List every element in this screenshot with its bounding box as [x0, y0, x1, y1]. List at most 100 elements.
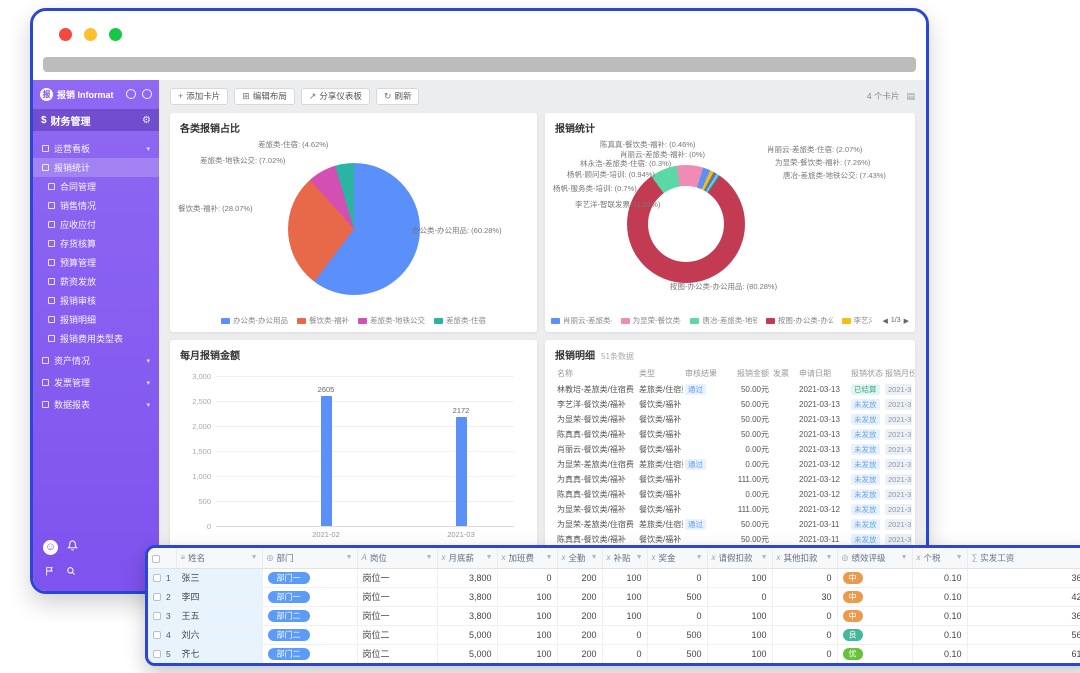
sidebar-item[interactable]: 报销统计 [33, 158, 159, 177]
sidebar-item[interactable]: 合同管理 [33, 177, 159, 196]
filter-caret-icon[interactable]: ▼ [901, 554, 908, 561]
salary-column-header[interactable]: ◎ 绩效评级 ▼ [837, 548, 913, 569]
value-cell: 0 [647, 568, 708, 588]
expense-date: 2021-03-12 [799, 460, 840, 469]
sidebar-item[interactable]: 预算管理 [33, 253, 159, 272]
value-cell: 0 [772, 568, 838, 588]
filter-caret-icon[interactable]: ▼ [591, 554, 598, 561]
sidebar-item[interactable]: 发票管理 ▾ [33, 373, 159, 392]
department-cell: 部门二 [262, 644, 358, 663]
filter-caret-icon[interactable]: ▼ [956, 554, 963, 561]
toolbar-button[interactable]: ⊞ 编辑布局 [234, 87, 295, 105]
sidebar-item[interactable]: 报销费用类型表 [33, 329, 159, 348]
bar[interactable] [321, 395, 332, 526]
search-icon[interactable] [66, 563, 76, 581]
filter-caret-icon[interactable]: ▼ [826, 554, 833, 561]
add-icon[interactable] [142, 89, 152, 99]
sidebar-item[interactable]: 运营看板 ▾ [33, 139, 159, 158]
expense-audit [683, 442, 723, 457]
expense-invoice [771, 502, 797, 517]
filter-caret-icon[interactable]: ▼ [696, 554, 703, 561]
filter-caret-icon[interactable]: ▼ [251, 554, 258, 561]
legend-label: 办公类-办公用品 [233, 316, 288, 325]
legend-item[interactable]: 办公类-办公用品 [221, 315, 288, 326]
salary-column-header[interactable]: x 月底薪 ▼ [437, 548, 498, 569]
row-checkbox[interactable] [153, 593, 161, 602]
table-row: 为显荣-餐饮类/福补 餐饮类/福补 50.00元 2021-03-13 未发放 2021-… [555, 412, 912, 427]
sidebar-item[interactable]: 存货核算 [33, 234, 159, 253]
toolbar-button[interactable]: ↗ 分享仪表板 [300, 87, 370, 105]
filter-caret-icon[interactable]: ▼ [636, 554, 643, 561]
tax-cell: 0.10 [912, 568, 968, 588]
salary-column-header[interactable]: x 奖金 ▼ [647, 548, 708, 569]
minimize-window-button[interactable] [84, 28, 97, 41]
expense-invoice [771, 517, 797, 532]
salary-column-header[interactable]: ◎ 部门 ▼ [262, 548, 358, 569]
filter-caret-icon[interactable]: ▼ [426, 554, 433, 561]
legend-next-icon[interactable]: ▶ [904, 317, 909, 325]
bell-icon[interactable] [66, 538, 79, 556]
column-header-content: ◎ 部门 ▼ [267, 552, 353, 564]
row-checkbox[interactable] [153, 574, 161, 583]
select-all-checkbox[interactable] [152, 554, 160, 563]
row-checkbox[interactable] [153, 650, 161, 659]
filter-caret-icon[interactable]: ▼ [546, 554, 553, 561]
legend-item[interactable]: 差旅类-地铁公交 [358, 315, 425, 326]
legend-label: 李艺洋-智联发票 [853, 316, 872, 325]
legend-prev-icon[interactable]: ◀ [883, 317, 888, 325]
salary-column-header[interactable]: A 岗位 ▼ [357, 548, 438, 569]
legend-item[interactable]: 李艺洋-智联发票 [841, 315, 872, 326]
gridline [216, 526, 514, 527]
sidebar-item[interactable]: 数据报表 ▾ [33, 395, 159, 414]
legend-item[interactable]: 为显荣-餐饮类-福补 [620, 315, 681, 326]
workspace-selector[interactable]: $ 财务管理 ⚙ [33, 109, 159, 131]
column-header-content: x 补贴 ▼ [607, 552, 643, 564]
legend-item[interactable]: 按图-办公类-办公用品 [765, 315, 833, 326]
salary-column-header[interactable]: x 加班费 ▼ [497, 548, 558, 569]
sidebar-item-label: 运营看板 [54, 144, 91, 154]
salary-column-header[interactable]: x 全勤 ▼ [557, 548, 603, 569]
filter-caret-icon[interactable]: ▼ [346, 554, 353, 561]
toolbar-button[interactable]: + 添加卡片 [170, 87, 229, 105]
row-checkbox[interactable] [153, 612, 161, 621]
donut-chart[interactable] [627, 165, 745, 283]
pie-chart[interactable] [288, 163, 420, 295]
legend-item[interactable]: 肖丽云-差旅类-住宿 [551, 315, 612, 326]
salary-column-header[interactable]: x 其他扣款 ▼ [772, 548, 838, 569]
maximize-window-button[interactable] [109, 28, 122, 41]
toolbar-button-label: 刷新 [394, 91, 412, 101]
y-axis-tick: 2,500 [192, 397, 211, 406]
flag-icon[interactable] [45, 563, 55, 581]
salary-column-header[interactable]: x 个税 ▼ [912, 548, 968, 569]
expense-table: 名称 类型 审核结果 报销金额 发票 申请日期 报销状态 报销月份 林教培-差旅类/住宿费 差旅… [555, 366, 915, 558]
row-checkbox[interactable] [153, 631, 161, 640]
number-icon: x [561, 553, 566, 563]
salary-column-header[interactable]: ∑实发工资▼ [967, 548, 1080, 569]
salary-column-header[interactable]: x 请假扣款 ▼ [707, 548, 773, 569]
legend-item[interactable]: 唐冶-差旅类-地铁公交 [690, 315, 757, 326]
legend-item[interactable]: 餐饮类-福补 [297, 315, 349, 326]
gear-icon[interactable]: ⚙ [142, 115, 151, 126]
filter-caret-icon[interactable]: ▼ [761, 554, 768, 561]
user-icon[interactable] [126, 89, 136, 99]
avatar[interactable]: ☺ [43, 539, 58, 555]
sidebar-item[interactable]: 报销明细 [33, 310, 159, 329]
address-bar[interactable] [43, 57, 916, 72]
sidebar-item[interactable]: 应收应付 [33, 215, 159, 234]
sidebar-item[interactable]: 报销审核 [33, 291, 159, 310]
toolbar-button[interactable]: ↻ 刷新 [375, 87, 420, 105]
sidebar-item[interactable]: 薪资发放 [33, 272, 159, 291]
table-row: 陈真真-餐饮类/福补 餐饮类/福补 50.00元 2021-03-13 未发放 2021-… [555, 427, 912, 442]
salary-column-header[interactable]: ≡ 姓名 ▼ [176, 548, 263, 569]
expense-audit: 通过 [683, 382, 723, 397]
filter-caret-icon[interactable]: ▼ [486, 554, 493, 561]
salary-column-header[interactable]: x 补贴 ▼ [602, 548, 648, 569]
sidebar-item[interactable]: 销售情况 [33, 196, 159, 215]
month-badge: 2021-3 [885, 534, 912, 545]
panel-icon[interactable]: ▤ [906, 91, 915, 102]
sidebar-item[interactable]: 资产情况 ▾ [33, 351, 159, 370]
close-window-button[interactable] [59, 28, 72, 41]
legend-item[interactable]: 差旅类-住宿 [434, 315, 486, 326]
legend-swatch [620, 317, 630, 324]
bar[interactable] [456, 417, 467, 526]
